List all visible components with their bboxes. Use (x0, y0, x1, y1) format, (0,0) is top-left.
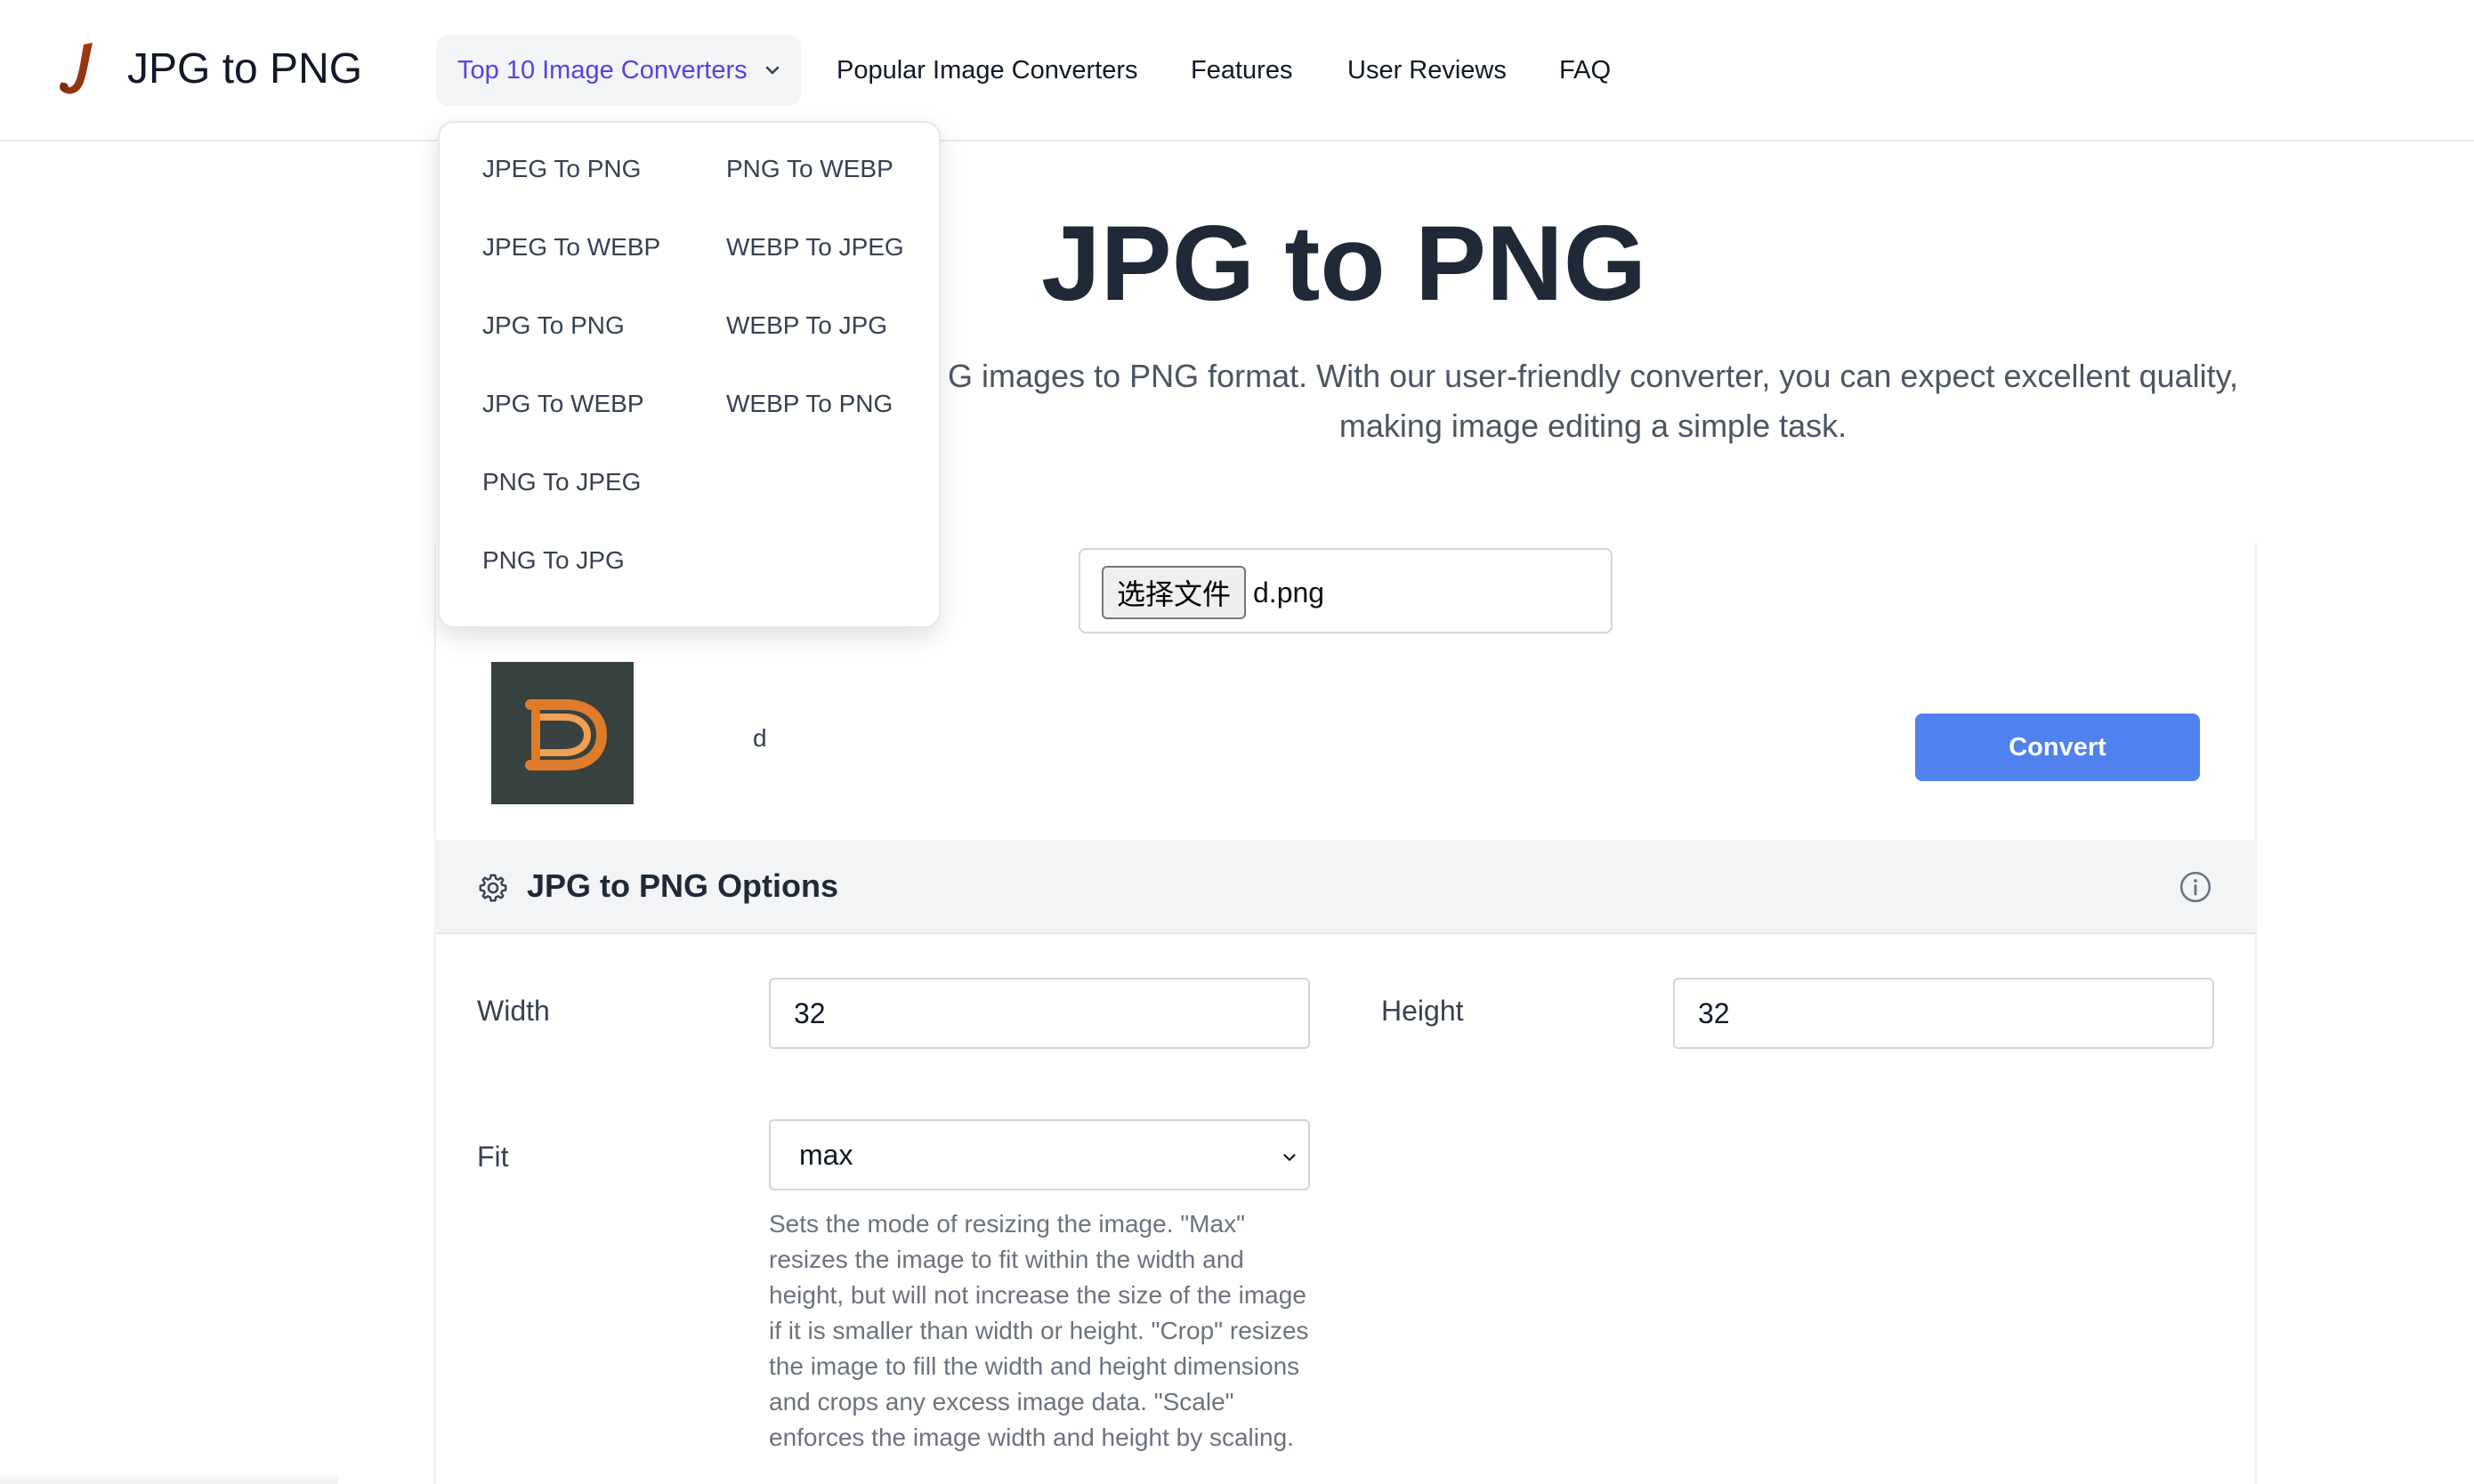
chevron-down-icon (1283, 1154, 1296, 1161)
width-label: Width (477, 995, 550, 1027)
convert-button[interactable]: Convert (1915, 714, 2200, 781)
file-input[interactable]: 选择文件 d.png (1079, 548, 1613, 633)
menu-item-jpg-to-png[interactable]: JPG To PNG (482, 308, 625, 343)
nav-dropdown-label: Top 10 Image Converters (457, 55, 748, 85)
menu-item-webp-to-png[interactable]: WEBP To PNG (726, 386, 893, 422)
choose-file-button[interactable]: 选择文件 (1102, 566, 1246, 619)
page-subtitle: G images to PNG format. With our user-fr… (934, 351, 2252, 451)
fit-label: Fit (477, 1141, 509, 1173)
info-icon[interactable] (2179, 870, 2212, 904)
options-title: JPG to PNG Options (527, 867, 839, 904)
height-label: Height (1381, 995, 1464, 1027)
nav-faq[interactable]: FAQ (1559, 52, 1611, 89)
nav-user-reviews[interactable]: User Reviews (1347, 52, 1507, 89)
brand-title[interactable]: JPG to PNG (127, 41, 362, 98)
subtitle-line-1: G images to PNG format. With our user-fr… (948, 358, 2238, 394)
thumbnail-file-name: d (753, 724, 767, 752)
menu-item-webp-to-jpeg[interactable]: WEBP To JPEG (726, 230, 904, 265)
height-input[interactable]: 32 (1673, 978, 2214, 1049)
chevron-down-icon (765, 66, 779, 75)
nav-popular-converters[interactable]: Popular Image Converters (837, 52, 1138, 89)
menu-item-png-to-jpg[interactable]: PNG To JPG (482, 543, 625, 578)
nav-features[interactable]: Features (1191, 52, 1292, 89)
site-header: JPG to PNG Top 10 Image Converters Popul… (0, 0, 2474, 141)
fit-help-text: Sets the mode of resizing the image. "Ma… (769, 1210, 1309, 1451)
menu-item-jpg-to-webp[interactable]: JPG To WEBP (482, 386, 644, 422)
converters-dropdown-menu: JPEG To PNG JPEG To WEBP JPG To PNG JPG … (438, 121, 941, 628)
nav-dropdown-top-converters[interactable]: Top 10 Image Converters (436, 35, 801, 106)
menu-item-png-to-webp[interactable]: PNG To WEBP (726, 151, 893, 187)
fit-selected-value: max (799, 1138, 853, 1171)
menu-item-jpeg-to-webp[interactable]: JPEG To WEBP (482, 230, 660, 265)
j-letter-logo-icon[interactable] (53, 41, 101, 98)
selected-file-name: d.png (1253, 577, 1325, 609)
width-input[interactable]: 32 (769, 978, 1310, 1049)
bottom-shadow (0, 1472, 338, 1484)
menu-item-jpeg-to-png[interactable]: JPEG To PNG (482, 151, 641, 187)
menu-item-webp-to-jpg[interactable]: WEBP To JPG (726, 308, 887, 343)
subtitle-line-2: making image editing a simple task. (1338, 407, 1847, 444)
page-title: JPG to PNG (1040, 204, 1647, 323)
menu-item-png-to-jpeg[interactable]: PNG To JPEG (482, 464, 641, 500)
gear-icon (479, 874, 507, 902)
image-thumbnail (491, 662, 634, 804)
fit-select[interactable]: max (769, 1119, 1310, 1190)
